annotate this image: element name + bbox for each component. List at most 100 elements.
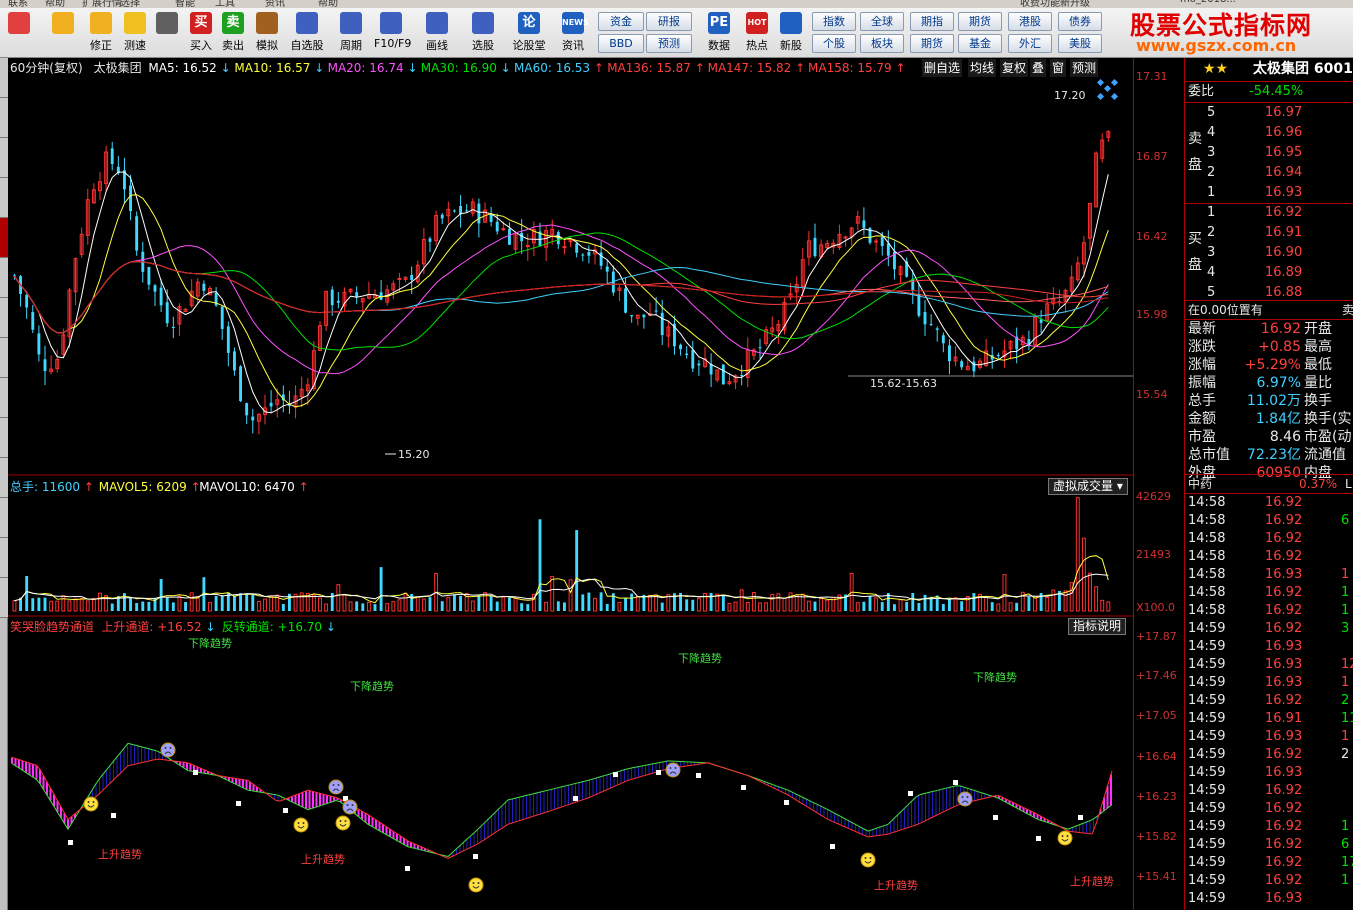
volume-bar: [544, 601, 549, 612]
side-tab[interactable]: [0, 338, 8, 378]
quick-button[interactable]: 期货: [958, 12, 1002, 31]
side-tab[interactable]: [0, 298, 8, 338]
volume-bar: [874, 597, 879, 612]
star-button[interactable]: 自选股: [290, 10, 324, 56]
pe-button[interactable]: PE 数据: [702, 10, 736, 56]
side-tab[interactable]: [0, 218, 8, 258]
side-tab[interactable]: [0, 178, 8, 218]
tick-time: 14:58: [1188, 585, 1226, 600]
indicator-help-button[interactable]: 指标说明: [1068, 618, 1127, 635]
marker-square: [473, 854, 478, 859]
tick-row: 14:59 16.93: [1185, 638, 1353, 656]
news-button[interactable]: NEWS 资讯: [556, 10, 590, 56]
menu-item[interactable]: 资讯: [265, 0, 285, 8]
smiley-button[interactable]: 测速: [118, 10, 152, 56]
grid-button[interactable]: [2, 10, 36, 56]
side-tab[interactable]: [0, 498, 8, 538]
chart-button[interactable]: 均线: [968, 59, 997, 77]
menu-item[interactable]: 联系: [8, 0, 28, 8]
chart-button[interactable]: 复权: [1000, 59, 1029, 77]
candle: [685, 353, 689, 356]
bid-price: 16.90: [1265, 245, 1303, 260]
side-tab[interactable]: [0, 58, 8, 98]
quick-button[interactable]: BBD: [598, 34, 644, 53]
side-tab[interactable]: [0, 458, 8, 498]
quick-button[interactable]: 基金: [958, 34, 1002, 53]
tick-price: 16.92: [1265, 621, 1303, 636]
hammer-button[interactable]: 模拟: [250, 10, 284, 56]
side-tab[interactable]: [0, 538, 8, 578]
indicator-value: 反转通道: +16.70 ↓: [221, 620, 336, 634]
menu-item[interactable]: 工具: [215, 0, 235, 8]
indicator-tick: +16.64: [1136, 750, 1177, 763]
chart-button[interactable]: 删自选: [922, 59, 963, 77]
side-tab[interactable]: [0, 418, 8, 458]
stock-title: ★★ 太极集团 6001: [1185, 60, 1353, 78]
quick-button[interactable]: 全球: [860, 12, 904, 31]
menu-notice: 收费功能新升级: [1020, 0, 1090, 8]
tick-price: 16.92: [1265, 513, 1303, 528]
side-tab[interactable]: [0, 258, 8, 298]
side-tab[interactable]: [0, 98, 8, 138]
tick-volume: 11: [1341, 711, 1353, 726]
arrow-icon: ↑: [590, 61, 604, 75]
period-button[interactable]: 周期: [334, 10, 368, 56]
chart-button[interactable]: 预测: [1070, 59, 1099, 77]
forum-button[interactable]: 论论股堂: [512, 10, 546, 56]
tick-time: 14:59: [1188, 639, 1226, 654]
new-stock-button[interactable]: 新股: [774, 10, 808, 56]
back-arrow-button[interactable]: [46, 10, 80, 56]
virtual-volume-dropdown[interactable]: 虚拟成交量 ▾: [1048, 478, 1128, 495]
menu-item[interactable]: 帮助: [318, 0, 338, 8]
toolbar-label: 自选股: [290, 39, 324, 52]
quick-button[interactable]: 板块: [860, 34, 904, 53]
candle: [929, 323, 933, 325]
pencil-button[interactable]: 画线: [420, 10, 454, 56]
quick-button[interactable]: 债券: [1058, 12, 1102, 31]
menu-item[interactable]: 帮助: [45, 0, 65, 8]
candle: [355, 292, 359, 297]
menu-item[interactable]: 选择: [120, 0, 140, 8]
sector-row[interactable]: 中药 0.37% L: [1185, 475, 1353, 493]
menu-item[interactable]: 智能: [175, 0, 195, 8]
quick-button[interactable]: 资金: [598, 12, 644, 31]
volume-bar: [379, 567, 383, 611]
volume-bar: [513, 598, 518, 612]
hot-button[interactable]: HOT 热点: [740, 10, 774, 56]
sell-button[interactable]: 卖卖出: [216, 10, 250, 56]
chart-button[interactable]: 叠: [1030, 59, 1047, 77]
ma-line: [13, 224, 1109, 375]
arrow-icon: ↑: [294, 480, 309, 494]
stat-label: 涨跌: [1188, 339, 1216, 355]
updown-arrows-button[interactable]: 修正: [84, 10, 118, 56]
quick-button[interactable]: 预测: [646, 34, 692, 53]
f10-button[interactable]: F10/F9: [374, 10, 411, 56]
side-tab[interactable]: [0, 138, 8, 178]
webi-label: 委比: [1188, 84, 1215, 99]
quick-button[interactable]: 指数: [812, 12, 856, 31]
tick-price: 16.92: [1265, 819, 1303, 834]
candle: [1039, 319, 1043, 323]
vol-ma-line: [14, 555, 1109, 604]
buy-button[interactable]: 买买入: [184, 10, 218, 56]
volume-bar: [819, 598, 824, 612]
quick-button[interactable]: 个股: [812, 34, 856, 53]
screen-button[interactable]: 选股: [466, 10, 500, 56]
tick-row: 14:58 16.92: [1185, 494, 1353, 512]
quick-button[interactable]: 美股: [1058, 34, 1102, 53]
volume-bar: [269, 596, 274, 612]
toolbar-label: 热点: [746, 39, 768, 52]
clock-button[interactable]: [150, 10, 184, 56]
quick-button[interactable]: 港股: [1008, 12, 1052, 31]
quick-button[interactable]: 研报: [646, 12, 692, 31]
down-trend-label: 下降趋势: [678, 651, 722, 665]
quick-button[interactable]: 外汇: [1008, 34, 1052, 53]
tick-price: 16.92: [1265, 549, 1303, 564]
menu-item[interactable]: 扩展行情: [82, 0, 122, 8]
quick-button[interactable]: 期指: [910, 12, 954, 31]
side-tab[interactable]: [0, 378, 8, 418]
chart-button[interactable]: 窗: [1050, 59, 1067, 77]
side-tab[interactable]: [0, 578, 8, 618]
quick-button[interactable]: 期货: [910, 34, 954, 53]
candle: [110, 148, 114, 165]
